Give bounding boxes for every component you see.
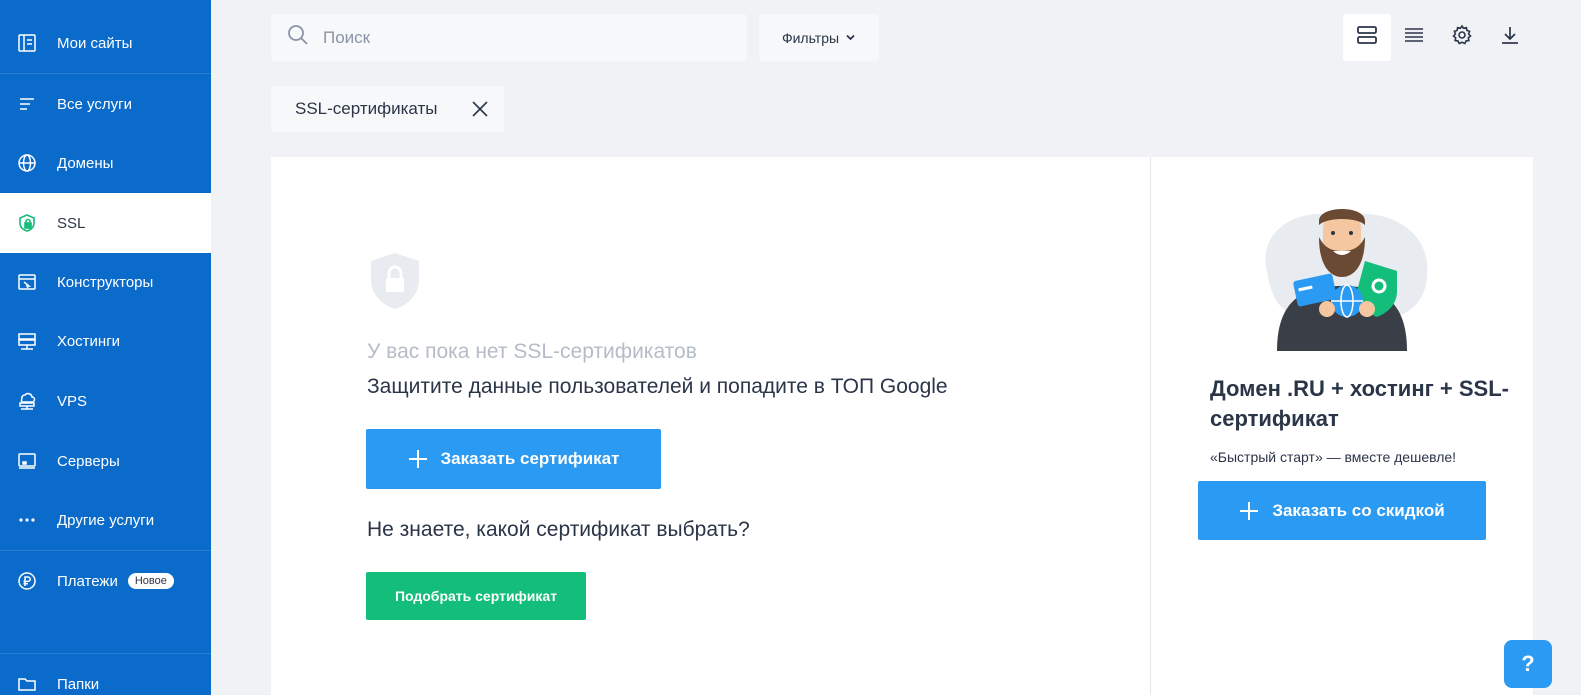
sidebar-item-label: Хостинги: [57, 332, 121, 350]
sidebar: Мои сайты Все услуги Домены SSL Конструк…: [0, 0, 211, 695]
empty-state-subtitle: Защитите данные пользователей и попадите…: [367, 375, 948, 398]
gear-icon: [1451, 24, 1473, 51]
download-icon: [1499, 24, 1521, 51]
shield-lock-illustration-icon: [367, 251, 423, 316]
sidebar-item-label: Другие услуги: [57, 511, 155, 529]
globe-icon: [16, 152, 38, 174]
promo-subtitle: «Быстрый старт» — вместе дешевле!: [1210, 449, 1457, 465]
filter-chip-label: SSL-сертификаты: [295, 99, 438, 118]
ruble-icon: [16, 570, 38, 592]
sidebar-item-domains[interactable]: Домены: [0, 133, 211, 193]
sidebar-item-label: VPS: [57, 392, 88, 410]
filter-chip: SSL-сертификаты: [271, 86, 504, 132]
chevron-down-icon: [845, 32, 856, 43]
search-icon: [287, 24, 309, 51]
hosting-icon: [16, 330, 38, 352]
sidebar-item-vps[interactable]: VPS: [0, 371, 211, 431]
card-view-icon: [1356, 24, 1378, 51]
folder-icon: [16, 673, 38, 695]
sidebar-item-payments[interactable]: Платежи Новое: [0, 551, 211, 611]
order-with-discount-button[interactable]: Заказать со скидкой: [1198, 481, 1486, 540]
new-badge: Новое: [127, 573, 174, 589]
list-view-button[interactable]: [1390, 14, 1438, 61]
sidebar-item-label: Конструкторы: [57, 273, 154, 291]
more-icon: [16, 509, 38, 531]
sidebar-item-my-sites[interactable]: Мои сайты: [0, 13, 211, 73]
sidebar-item-label: Все услуги: [57, 95, 132, 113]
help-button[interactable]: ?: [1504, 640, 1552, 688]
shield-lock-icon: [16, 212, 38, 234]
sidebar-item-folders[interactable]: Папки: [0, 654, 211, 695]
choose-certificate-question: Не знаете, какой сертификат выбрать?: [367, 518, 750, 541]
sidebar-item-constructors[interactable]: Конструкторы: [0, 252, 211, 312]
empty-state-title: У вас пока нет SSL-сертификатов: [367, 340, 697, 363]
sites-icon: [16, 32, 38, 54]
card-view-button[interactable]: [1343, 14, 1391, 61]
sidebar-item-ssl[interactable]: SSL: [0, 193, 211, 253]
sidebar-item-servers[interactable]: Серверы: [0, 431, 211, 491]
plus-icon: [1239, 501, 1259, 521]
order-with-discount-label: Заказать со скидкой: [1272, 500, 1445, 520]
bearded-man-illustration-icon: [1247, 201, 1437, 356]
pick-certificate-button[interactable]: Подобрать сертификат: [366, 572, 586, 620]
filters-label: Фильтры: [781, 29, 840, 46]
sidebar-item-label: Домены: [57, 154, 114, 172]
server-icon: [16, 450, 38, 472]
list-view-icon: [1403, 24, 1425, 51]
cloud-server-icon: [16, 390, 38, 412]
constructor-icon: [16, 271, 38, 293]
main-panel: У вас пока нет SSL-сертификатов Защитите…: [271, 157, 1150, 695]
filters-dropdown[interactable]: Фильтры: [759, 14, 879, 61]
download-button[interactable]: [1486, 14, 1534, 61]
plus-icon: [408, 449, 428, 469]
promo-panel: Домен .RU + хостинг + SSL-сертификат «Бы…: [1151, 157, 1533, 695]
promo-title: Домен .RU + хостинг + SSL-сертификат: [1210, 376, 1509, 431]
search-input[interactable]: [323, 27, 723, 48]
sidebar-item-label: Серверы: [57, 452, 120, 470]
order-certificate-label: Заказать сертификат: [440, 449, 620, 468]
sidebar-item-other-services[interactable]: Другие услуги: [0, 490, 211, 550]
sidebar-item-label: SSL: [57, 214, 86, 232]
sidebar-item-label: Платежи: [57, 572, 118, 590]
settings-button[interactable]: [1438, 14, 1486, 61]
order-certificate-button[interactable]: Заказать сертификат: [366, 429, 661, 489]
close-icon[interactable]: [470, 99, 490, 119]
sidebar-item-all-services[interactable]: Все услуги: [0, 74, 211, 134]
list-icon: [16, 93, 38, 115]
search-box[interactable]: [271, 14, 747, 61]
sidebar-item-label: Папки: [57, 675, 100, 693]
sidebar-item-label: Мои сайты: [57, 34, 133, 52]
sidebar-item-hosting[interactable]: Хостинги: [0, 311, 211, 371]
